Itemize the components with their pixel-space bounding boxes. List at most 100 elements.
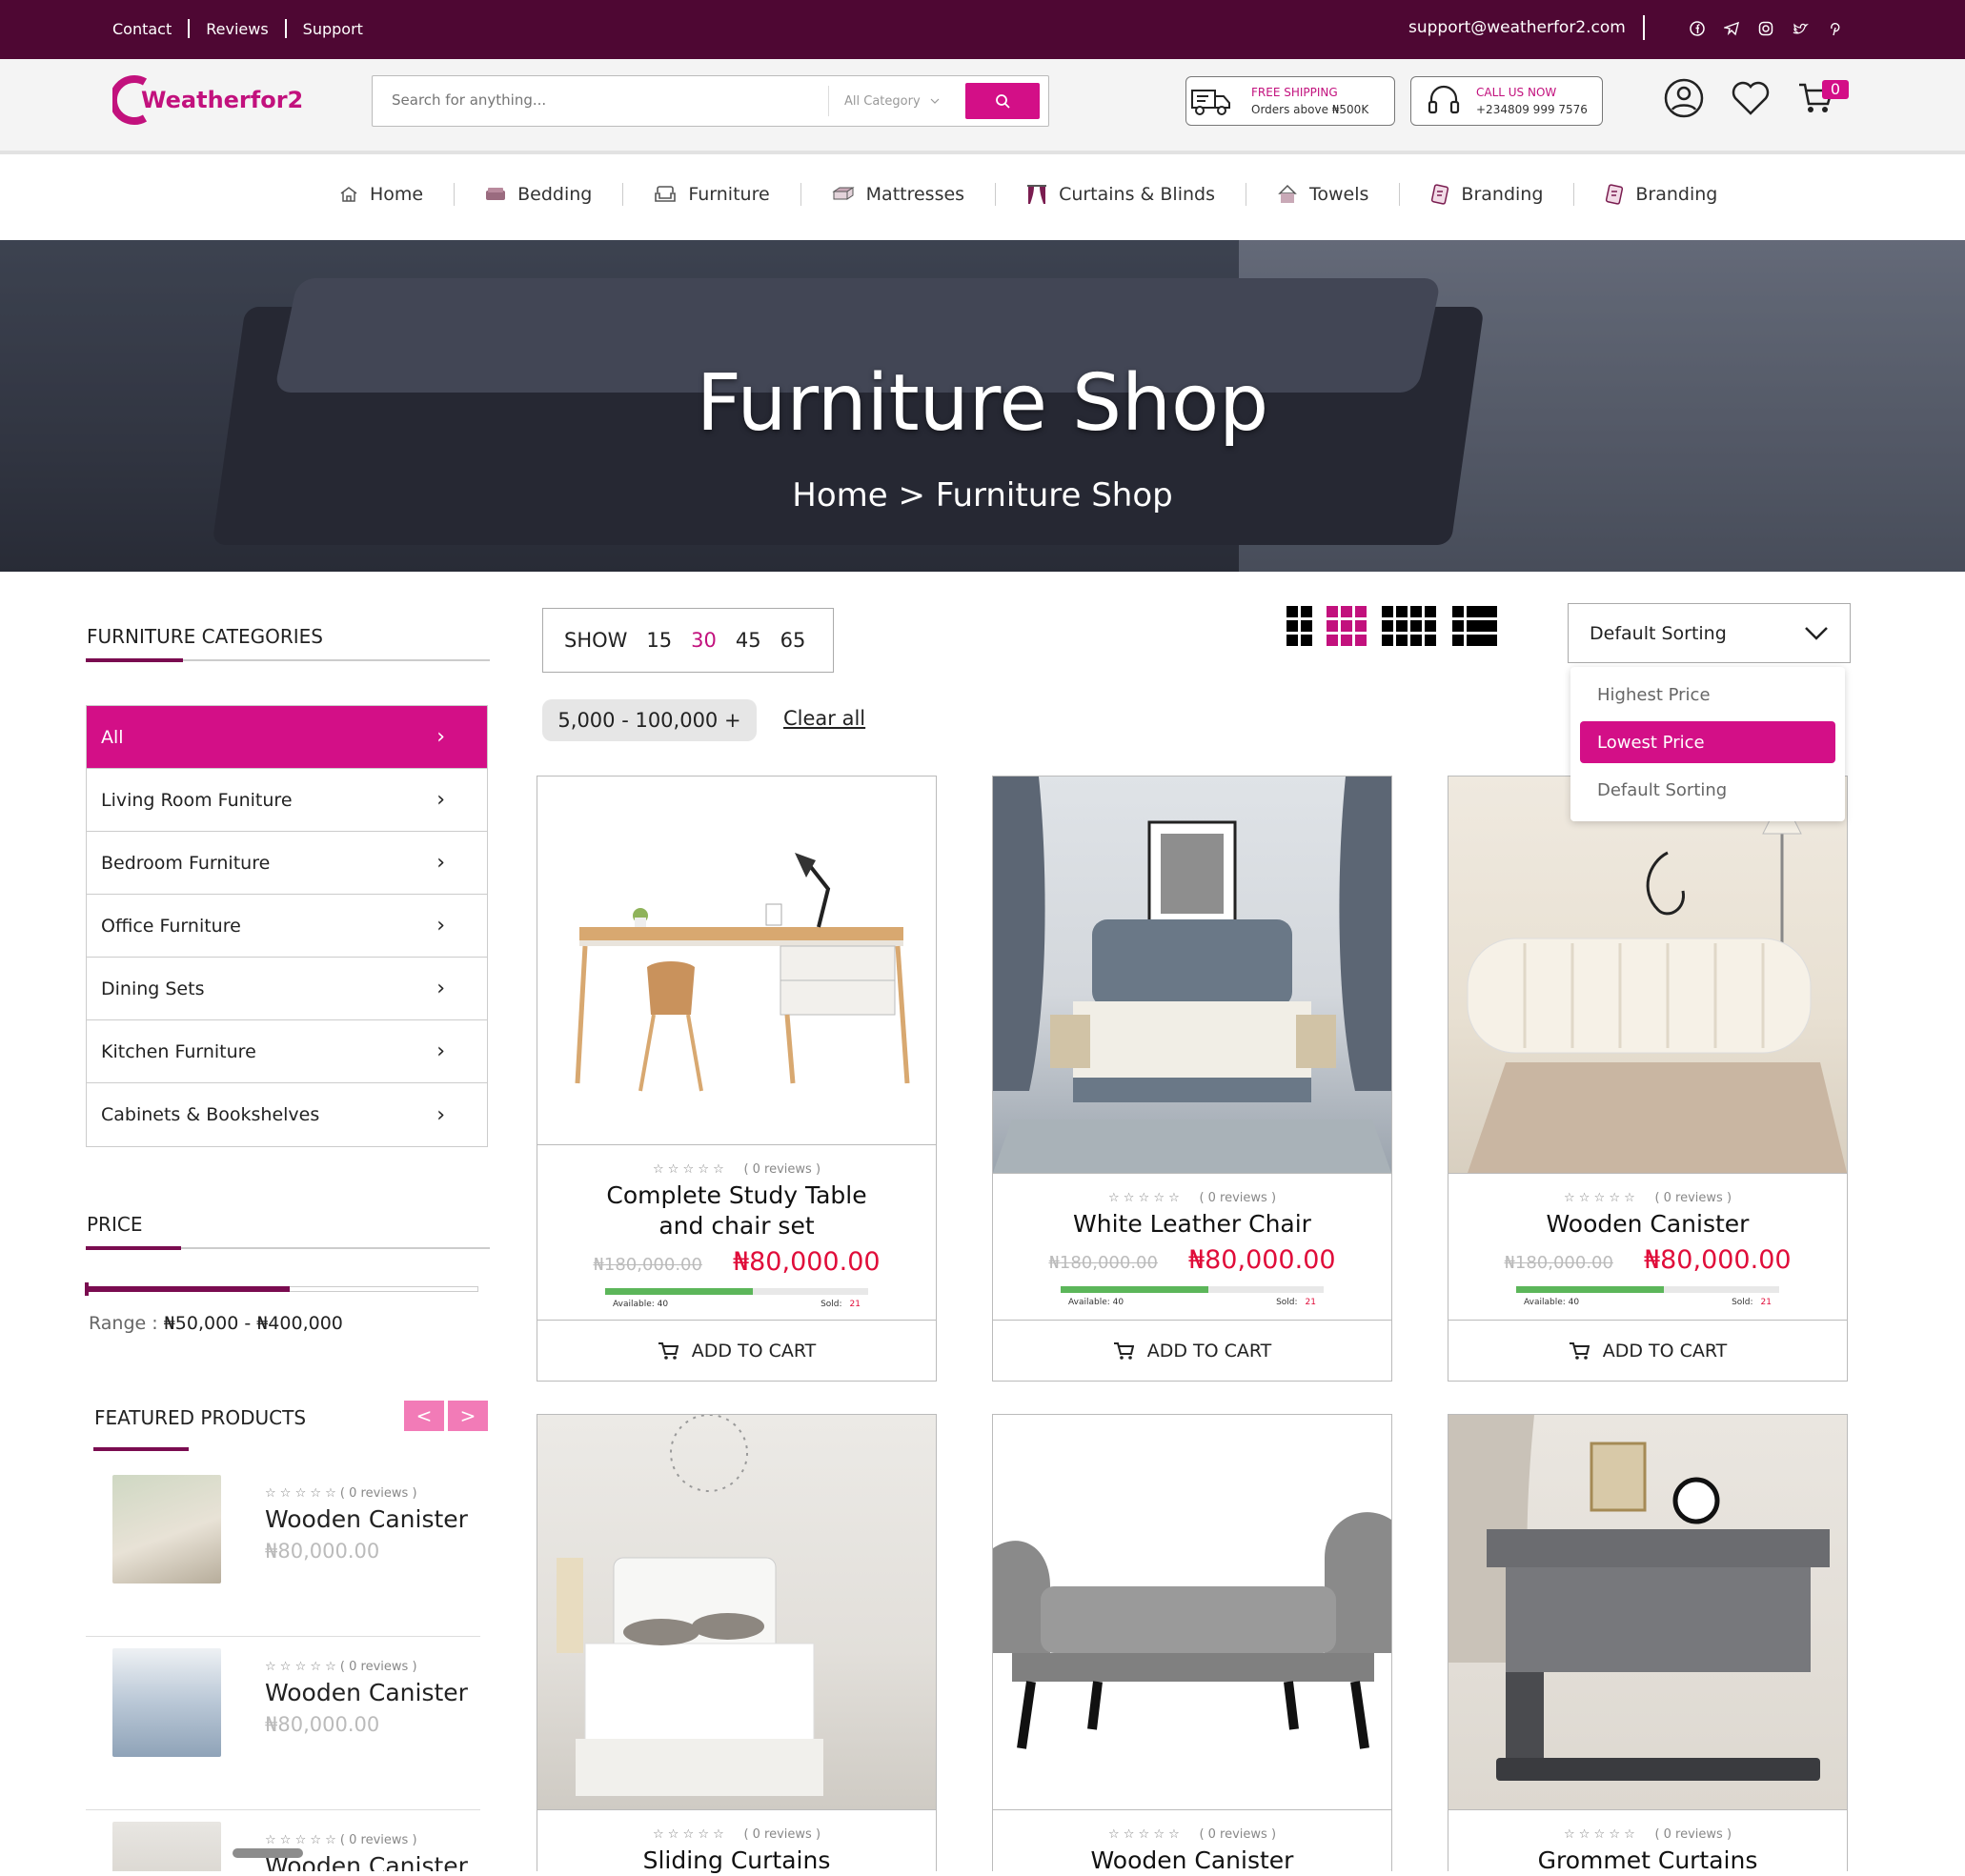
stock-progress (1061, 1286, 1324, 1293)
star-rating: ☆ ☆ ☆ ☆ ☆ ( 0 reviews ) (1448, 1827, 1847, 1842)
contact-link[interactable]: Contact (112, 20, 172, 38)
category-item-kitchen[interactable]: Kitchen Furniture › (87, 1020, 487, 1083)
sort-option-highest-price[interactable]: Highest Price (1580, 674, 1835, 716)
product-name[interactable]: Wooden Canister (993, 1846, 1391, 1876)
divider (284, 19, 287, 38)
cart-icon (1113, 1341, 1134, 1360)
product-card[interactable]: ☆ ☆ ☆ ☆ ☆ ( 0 reviews ) Grommet Curtains (1448, 1414, 1848, 1874)
product-card[interactable]: ☆ ☆ ☆ ☆ ☆ ( 0 reviews ) Wooden Canister (992, 1414, 1392, 1874)
support-email[interactable]: support@weatherfor2.com (1408, 18, 1626, 37)
product-image (537, 1415, 936, 1809)
sort-option-default[interactable]: Default Sorting (1580, 769, 1835, 811)
breadcrumb: Home > Furniture Shop (792, 476, 1173, 514)
price-slider-handle[interactable] (85, 1282, 89, 1296)
product-name[interactable]: Complete Study Table and chair set (537, 1180, 936, 1241)
featured-product[interactable]: ☆ ☆ ☆ ☆ ☆ ( 0 reviews ) Wooden Canister (86, 1810, 480, 1871)
add-to-cart-button[interactable]: ADD TO CART (1448, 1320, 1847, 1381)
call-us-box[interactable]: CALL US NOW +234809 999 7576 (1410, 76, 1603, 126)
product-prices: ₦180,000.00 ₦80,000.00 (993, 1245, 1391, 1275)
show-option-15[interactable]: 15 (646, 629, 672, 652)
featured-product-image (112, 1648, 221, 1757)
show-option-65[interactable]: 65 (780, 629, 806, 652)
facebook-icon[interactable] (1687, 18, 1708, 39)
featured-product-price: ₦80,000.00 (265, 1713, 380, 1736)
pinterest-icon[interactable] (1824, 18, 1845, 39)
nav-item-curtains-blinds[interactable]: Curtains & Blinds (1026, 184, 1215, 205)
category-item-office[interactable]: Office Furniture › (87, 895, 487, 958)
reviews-link[interactable]: Reviews (206, 20, 268, 38)
product-name[interactable]: Grommet Curtains (1448, 1846, 1847, 1876)
twitter-icon[interactable] (1790, 18, 1811, 39)
available-label: Available: (1068, 1298, 1110, 1307)
featured-product[interactable]: ☆ ☆ ☆ ☆ ☆ ( 0 reviews ) Wooden Canister … (86, 1637, 480, 1810)
product-info: ☆ ☆ ☆ ☆ ☆ ( 0 reviews ) Wooden Canister … (1448, 1173, 1847, 1320)
wishlist-heart-icon[interactable] (1731, 80, 1771, 116)
category-item-all[interactable]: All › (87, 706, 487, 769)
category-item-living-room[interactable]: Living Room Funiture › (87, 769, 487, 832)
price-slider-fill (87, 1286, 291, 1292)
category-item-dining[interactable]: Dining Sets › (87, 958, 487, 1020)
nav-item-towels[interactable]: Towels (1277, 184, 1368, 205)
instagram-icon[interactable] (1755, 18, 1776, 39)
price-filter-chip[interactable]: 5,000 - 100,000 + (542, 699, 757, 741)
sort-select[interactable]: Default Sorting (1568, 603, 1851, 663)
product-name[interactable]: Wooden Canister (1448, 1209, 1847, 1240)
scrollbar-thumb[interactable] (233, 1848, 303, 1858)
hero-banner: Furniture Shop Home > Furniture Shop (0, 240, 1965, 572)
study-table-illustration (575, 853, 910, 1092)
product-card[interactable]: ☆ ☆ ☆ ☆ ☆ ( 0 reviews ) Wooden Canister … (1448, 776, 1848, 1382)
list-view-icon[interactable] (1452, 606, 1498, 648)
top-links: Contact Reviews Support (112, 19, 363, 38)
product-card[interactable]: ☆ ☆ ☆ ☆ ☆ ( 0 reviews ) Sliding Curtains (537, 1414, 937, 1874)
sort-option-lowest-price[interactable]: Lowest Price (1580, 721, 1835, 763)
main-nav: Home Bedding Furniture Mattresses Curtai… (0, 151, 1965, 240)
category-item-cabinets[interactable]: Cabinets & Bookshelves › (87, 1083, 487, 1146)
search-input[interactable] (392, 91, 773, 109)
product-name[interactable]: White Leather Chair (993, 1209, 1391, 1240)
star-rating: ☆ ☆ ☆ ☆ ☆ ( 0 reviews ) (265, 1833, 417, 1847)
add-to-cart-label: ADD TO CART (1602, 1340, 1728, 1362)
nav-item-branding-2[interactable]: Branding (1605, 184, 1717, 205)
stars: ☆ ☆ ☆ ☆ ☆ (652, 1827, 724, 1842)
nav-item-mattresses[interactable]: Mattresses (832, 184, 964, 205)
review-count: ( 0 reviews ) (1199, 1191, 1277, 1205)
site-logo[interactable]: Weatherfor2 (112, 74, 303, 126)
nav-item-branding[interactable]: Branding (1430, 184, 1543, 205)
category-select[interactable]: All Category (828, 86, 940, 116)
stock-labels: Available: 40 Sold: 21 (1516, 1298, 1779, 1307)
nav-item-furniture[interactable]: Furniture (654, 184, 770, 205)
grid-4-icon[interactable] (1382, 606, 1439, 648)
clear-all-link[interactable]: Clear all (783, 707, 865, 730)
search-button[interactable] (965, 83, 1040, 119)
category-item-bedroom[interactable]: Bedroom Furniture › (87, 832, 487, 895)
divider (188, 19, 191, 38)
show-option-30[interactable]: 30 (691, 629, 717, 652)
support-link[interactable]: Support (303, 20, 363, 38)
grid-3-icon[interactable] (1327, 606, 1368, 648)
nav-item-home[interactable]: Home (339, 184, 423, 205)
product-card[interactable]: ☆ ☆ ☆ ☆ ☆ ( 0 reviews ) White Leather Ch… (992, 776, 1392, 1382)
product-name[interactable]: Sliding Curtains (537, 1846, 936, 1876)
featured-next-button[interactable]: > (448, 1401, 488, 1431)
white-bed-illustration (557, 1415, 823, 1796)
grid-2-icon[interactable] (1286, 606, 1313, 648)
product-card[interactable]: ☆ ☆ ☆ ☆ ☆ ( 0 reviews ) Complete Study T… (537, 776, 937, 1382)
nav-label: Mattresses (865, 184, 965, 205)
stars: ☆ ☆ ☆ ☆ ☆ (1563, 1191, 1635, 1205)
telegram-icon[interactable] (1721, 18, 1742, 39)
show-option-45[interactable]: 45 (736, 629, 761, 652)
star-rating: ☆ ☆ ☆ ☆ ☆ ( 0 reviews ) (993, 1827, 1391, 1842)
sold-label: Sold: (820, 1300, 842, 1309)
featured-prev-button[interactable]: < (404, 1401, 444, 1431)
call-title: CALL US NOW (1476, 86, 1557, 99)
nav-item-bedding[interactable]: Bedding (485, 184, 592, 205)
stock-progress-fill (1516, 1286, 1664, 1293)
headset-icon (1428, 85, 1460, 114)
header-icons (1664, 78, 1833, 118)
add-to-cart-button[interactable]: ADD TO CART (537, 1320, 936, 1381)
account-icon[interactable] (1664, 78, 1704, 118)
featured-product[interactable]: ☆ ☆ ☆ ☆ ☆ ( 0 reviews ) Wooden Canister … (86, 1463, 480, 1637)
add-to-cart-button[interactable]: ADD TO CART (993, 1320, 1391, 1381)
price-slider[interactable] (85, 1282, 478, 1296)
sofa-illustration (1467, 794, 1847, 1173)
